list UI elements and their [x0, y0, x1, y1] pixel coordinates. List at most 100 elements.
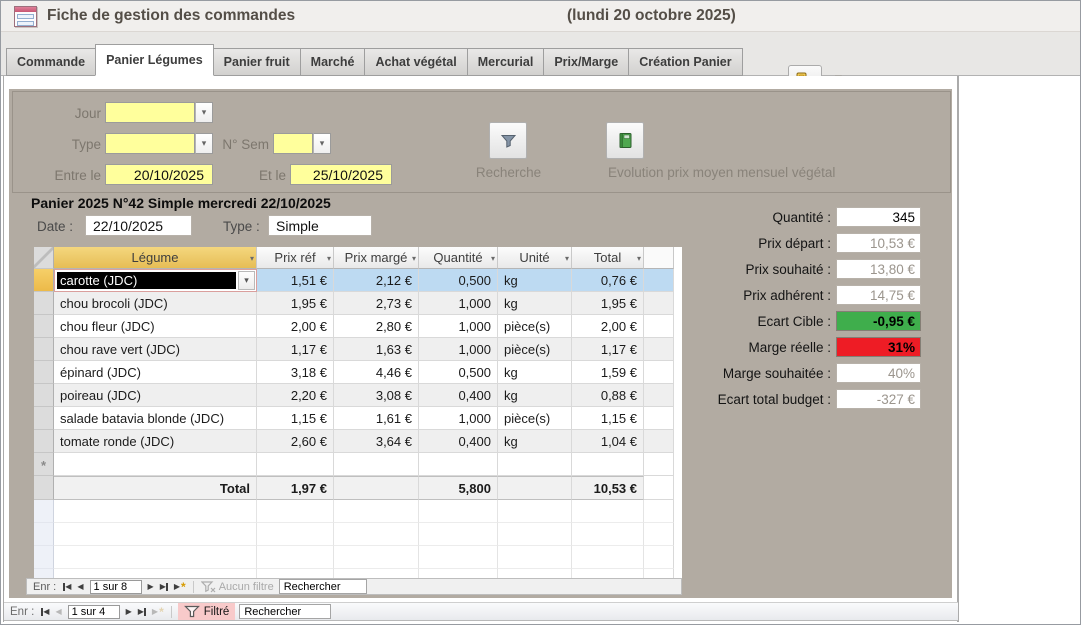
sort-filter-arrow-icon[interactable]: ▾: [412, 253, 416, 262]
cell-prix_marge[interactable]: 2,12 €: [334, 269, 419, 292]
cell-prix_marge[interactable]: 2,80 €: [334, 315, 419, 338]
form-search-input[interactable]: Rechercher: [239, 604, 331, 619]
legume-combobox[interactable]: carotte (JDC)▾: [54, 269, 257, 292]
tab-panier-l-gumes[interactable]: Panier Légumes: [95, 44, 214, 76]
sort-filter-arrow-icon[interactable]: ▾: [637, 253, 641, 262]
new-record-selector[interactable]: *: [34, 453, 54, 476]
last-record-button[interactable]: ▶: [138, 607, 146, 616]
cell-prix_marge[interactable]: 3,08 €: [334, 384, 419, 407]
cell-total[interactable]: 1,04 €: [572, 430, 644, 453]
tab-prix-marge[interactable]: Prix/Marge: [543, 48, 629, 76]
cell-quantite[interactable]: 1,000: [419, 338, 498, 361]
sort-filter-arrow-icon[interactable]: ▾: [327, 253, 331, 262]
column-header-prix_ref[interactable]: Prix réf▾: [257, 247, 334, 269]
record-position[interactable]: 1 sur 4: [68, 605, 120, 619]
cell-prix_ref[interactable]: [257, 453, 334, 476]
tab-mercurial[interactable]: Mercurial: [467, 48, 545, 76]
column-header-legume[interactable]: Légume▾: [54, 247, 257, 269]
previous-record-button[interactable]: ◀: [77, 582, 83, 591]
row-selector[interactable]: [34, 338, 54, 361]
tab-achat-v-g-tal[interactable]: Achat végétal: [364, 48, 467, 76]
cell-unite[interactable]: kg: [498, 384, 572, 407]
summary-value-marge-r-elle[interactable]: 31%: [836, 337, 921, 357]
first-record-button[interactable]: ◀: [41, 607, 49, 616]
cell-prix_ref[interactable]: 2,20 €: [257, 384, 334, 407]
row-selector[interactable]: [34, 407, 54, 430]
cell-prix_ref[interactable]: 1,15 €: [257, 407, 334, 430]
type-filter-combobox[interactable]: ▾: [105, 133, 213, 154]
tab-panier-fruit[interactable]: Panier fruit: [213, 48, 301, 76]
column-header-quantite[interactable]: Quantité▾: [419, 247, 498, 269]
date-input[interactable]: [85, 215, 192, 236]
cell-prix_ref[interactable]: 1,51 €: [257, 269, 334, 292]
tab-cr-ation-panier[interactable]: Création Panier: [628, 48, 742, 76]
next-record-button[interactable]: ▶: [126, 607, 132, 616]
row-selector[interactable]: [34, 361, 54, 384]
last-record-button[interactable]: ▶: [160, 582, 168, 591]
entre-le-input[interactable]: [105, 164, 213, 185]
cell-legume[interactable]: poireau (JDC): [54, 384, 257, 407]
chevron-down-icon[interactable]: ▾: [195, 102, 213, 123]
filtered-indicator[interactable]: Filtré: [178, 603, 236, 620]
num-sem-combobox[interactable]: ▾: [273, 133, 331, 154]
row-selector[interactable]: [34, 315, 54, 338]
first-record-button[interactable]: ◀: [63, 582, 71, 591]
cell-quantite[interactable]: 1,000: [419, 292, 498, 315]
cell-prix_ref[interactable]: 2,00 €: [257, 315, 334, 338]
cell-prix_marge[interactable]: [334, 453, 419, 476]
evolution-button[interactable]: [606, 122, 644, 159]
cell-unite[interactable]: pièce(s): [498, 315, 572, 338]
cell-legume[interactable]: chou rave vert (JDC): [54, 338, 257, 361]
cell-unite[interactable]: kg: [498, 269, 572, 292]
cell-unite[interactable]: [498, 453, 572, 476]
summary-value-ecart-total-budget[interactable]: -327 €: [836, 389, 921, 409]
sort-filter-arrow-icon[interactable]: ▾: [250, 253, 254, 262]
no-filter-indicator[interactable]: Aucun filtre: [201, 581, 274, 593]
jour-combobox[interactable]: ▾: [105, 102, 213, 123]
cell-quantite[interactable]: [419, 453, 498, 476]
row-selector[interactable]: [34, 384, 54, 407]
cell-unite[interactable]: pièce(s): [498, 338, 572, 361]
row-selector[interactable]: [34, 269, 54, 292]
et-le-input[interactable]: [290, 164, 392, 185]
cell-prix_marge[interactable]: 3,64 €: [334, 430, 419, 453]
cell-unite[interactable]: pièce(s): [498, 407, 572, 430]
new-record-button[interactable]: ▶*: [152, 607, 164, 616]
cell-unite[interactable]: kg: [498, 361, 572, 384]
cell-legume[interactable]: [54, 453, 257, 476]
cell-total[interactable]: 0,88 €: [572, 384, 644, 407]
cell-prix_marge[interactable]: 4,46 €: [334, 361, 419, 384]
cell-total[interactable]: 1,15 €: [572, 407, 644, 430]
cell-prix_marge[interactable]: 2,73 €: [334, 292, 419, 315]
row-selector[interactable]: [34, 430, 54, 453]
select-all-corner[interactable]: [34, 247, 54, 269]
new-record-button[interactable]: ▶*: [174, 582, 186, 591]
cell-prix_marge[interactable]: 1,63 €: [334, 338, 419, 361]
column-header-prix_marge[interactable]: Prix margé▾: [334, 247, 419, 269]
summary-value-ecart-cible[interactable]: -0,95 €: [836, 311, 921, 331]
cell-legume[interactable]: épinard (JDC): [54, 361, 257, 384]
cell-prix_ref[interactable]: 1,17 €: [257, 338, 334, 361]
column-header-unite[interactable]: Unité▾: [498, 247, 572, 269]
column-header-total[interactable]: Total▾: [572, 247, 644, 269]
cell-legume[interactable]: chou brocoli (JDC): [54, 292, 257, 315]
subform-search-input[interactable]: Rechercher: [279, 579, 367, 594]
cell-quantite[interactable]: 1,000: [419, 315, 498, 338]
row-selector[interactable]: [34, 292, 54, 315]
cell-prix_marge[interactable]: 1,61 €: [334, 407, 419, 430]
cell-prix_ref[interactable]: 2,60 €: [257, 430, 334, 453]
cell-quantite[interactable]: 0,400: [419, 384, 498, 407]
next-record-button[interactable]: ▶: [148, 582, 154, 591]
chevron-down-icon[interactable]: ▾: [313, 133, 331, 154]
cell-prix_ref[interactable]: 3,18 €: [257, 361, 334, 384]
cell-quantite[interactable]: 0,500: [419, 361, 498, 384]
tab-march-[interactable]: Marché: [300, 48, 366, 76]
cell-total[interactable]: [572, 453, 644, 476]
cell-quantite[interactable]: 1,000: [419, 407, 498, 430]
summary-value-marge-souhait-e[interactable]: 40%: [836, 363, 921, 383]
summary-value-prix-d-part[interactable]: 10,53 €: [836, 233, 921, 253]
record-position[interactable]: 1 sur 8: [90, 580, 142, 594]
cell-legume[interactable]: chou fleur (JDC): [54, 315, 257, 338]
sort-filter-arrow-icon[interactable]: ▾: [491, 253, 495, 262]
cell-legume[interactable]: salade batavia blonde (JDC): [54, 407, 257, 430]
